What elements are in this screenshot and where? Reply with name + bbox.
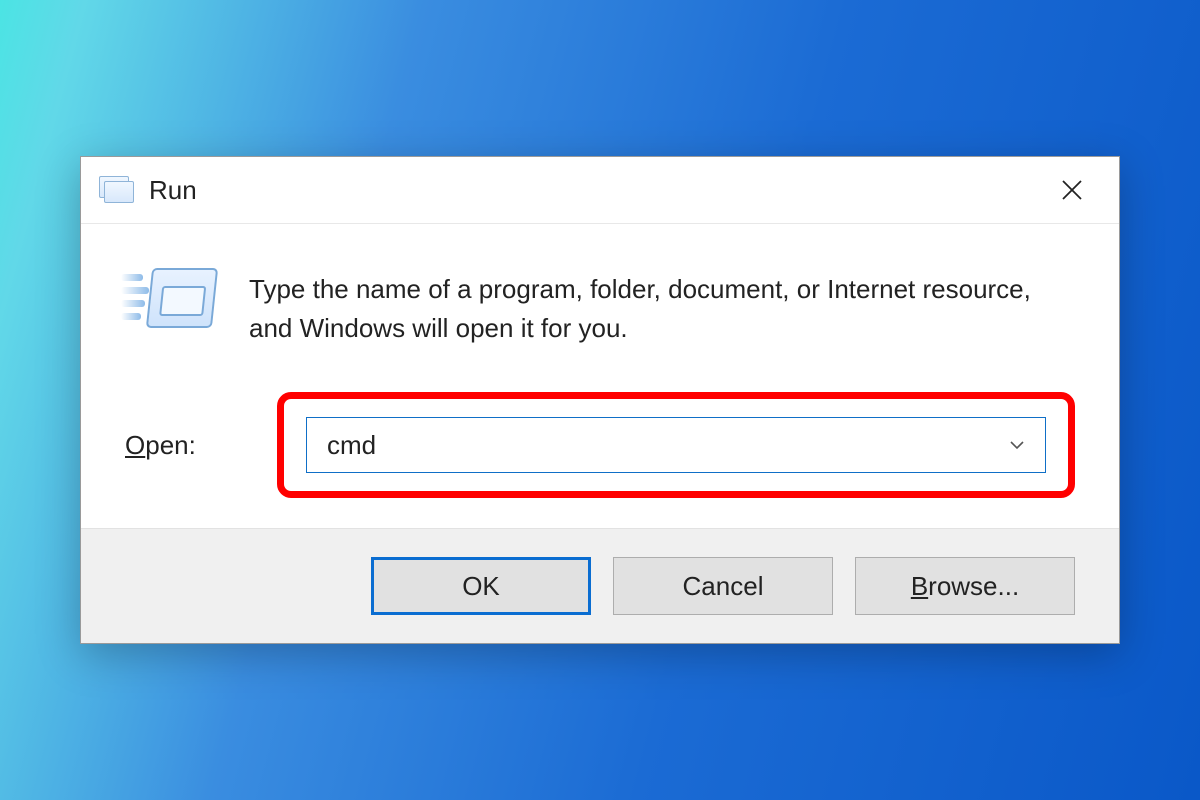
open-combobox[interactable]: cmd bbox=[306, 417, 1046, 473]
run-titlebar-icon bbox=[99, 176, 135, 204]
open-label: Open: bbox=[125, 430, 277, 461]
close-icon bbox=[1060, 178, 1084, 202]
browse-button[interactable]: Browse... bbox=[855, 557, 1075, 615]
window-title: Run bbox=[149, 175, 197, 206]
cancel-button[interactable]: Cancel bbox=[613, 557, 833, 615]
titlebar: Run bbox=[81, 157, 1119, 224]
dialog-body: Type the name of a program, folder, docu… bbox=[81, 224, 1119, 358]
open-input-value[interactable]: cmd bbox=[327, 430, 1003, 461]
close-button[interactable] bbox=[1049, 167, 1095, 213]
dropdown-button[interactable] bbox=[1003, 431, 1031, 459]
open-row: Open: cmd bbox=[81, 392, 1119, 528]
button-bar: OK Cancel Browse... bbox=[81, 528, 1119, 643]
ok-button[interactable]: OK bbox=[371, 557, 591, 615]
highlight-annotation: cmd bbox=[277, 392, 1075, 498]
chevron-down-icon bbox=[1007, 435, 1027, 455]
run-dialog: Run Type the name of a program, folder, … bbox=[80, 156, 1120, 644]
run-dialog-icon bbox=[125, 264, 215, 344]
description-text: Type the name of a program, folder, docu… bbox=[249, 264, 1075, 348]
